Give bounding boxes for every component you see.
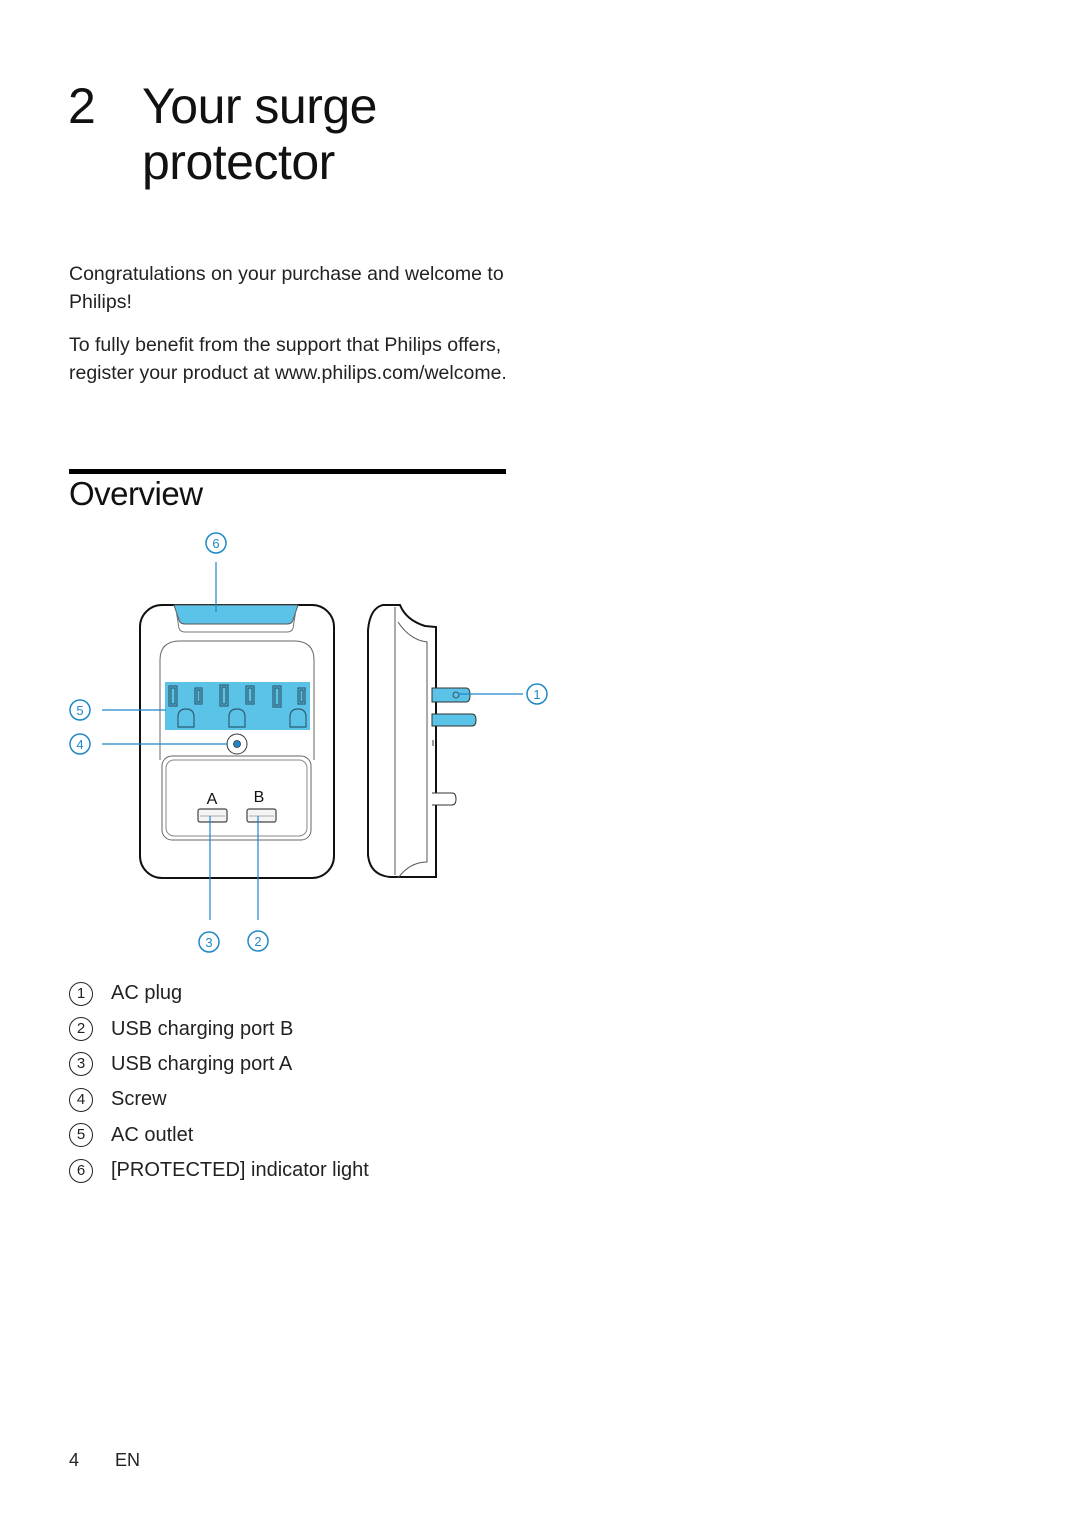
section-title: Overview [69, 475, 203, 512]
legend-label: AC outlet [111, 1123, 194, 1146]
chapter-title: Your surge protector [142, 78, 378, 190]
legend-number: 2 [69, 1017, 93, 1042]
legend-label: USB charging port A [111, 1052, 293, 1075]
chapter-number: 2 [68, 78, 96, 134]
language-code: EN [115, 1450, 141, 1470]
page-number: 4 [69, 1450, 80, 1470]
svg-text:4: 4 [76, 737, 83, 752]
svg-text:6: 6 [212, 536, 219, 551]
port-label-b: B [254, 789, 265, 806]
svg-text:5: 5 [76, 703, 83, 718]
ac-plug-prong [431, 713, 477, 727]
legend-item: 6 [PROTECTED] indicator light [69, 1153, 369, 1188]
legend-number: 1 [69, 981, 93, 1006]
callout-2: 2 [247, 930, 269, 952]
legend-item: 1 AC plug [69, 976, 369, 1011]
front-view: A B [139, 604, 335, 879]
legend-label: Screw [111, 1088, 167, 1111]
callout-3: 3 [198, 931, 220, 953]
callout-6: 6 [205, 532, 227, 554]
legend-number: 4 [69, 1087, 93, 1112]
port-label-a: A [207, 791, 218, 808]
legend-label: [PROTECTED] indicator light [111, 1159, 369, 1182]
protected-indicator-light [173, 604, 299, 625]
callout-1: 1 [526, 683, 548, 705]
intro-paragraph-register: To fully benefit from the support that P… [69, 334, 507, 384]
side-view [367, 604, 477, 879]
legend-label: USB charging port B [111, 1017, 294, 1040]
legend-number: 5 [69, 1123, 93, 1148]
legend-item: 5 AC outlet [69, 1118, 369, 1153]
ground-pin [432, 792, 457, 806]
ac-plug-prong-ground [431, 687, 471, 703]
callout-4: 4 [69, 733, 91, 755]
legend-label: AC plug [111, 982, 183, 1005]
legend-item: 3 USB charging port A [69, 1047, 369, 1082]
legend-item: 4 Screw [69, 1082, 369, 1117]
product-overview-diagram: A B 6 5 4 3 2 1 [69, 532, 548, 953]
parts-legend: 1 AC plug 2 USB charging port B 3 USB ch… [69, 976, 369, 1188]
intro-paragraph-welcome: Congratulations on your purchase and wel… [69, 263, 504, 313]
legend-number: 6 [69, 1158, 93, 1183]
legend-number: 3 [69, 1052, 93, 1077]
svg-text:2: 2 [254, 934, 261, 949]
svg-text:1: 1 [533, 687, 540, 702]
side-housing [367, 604, 437, 878]
legend-item: 2 USB charging port B [69, 1011, 369, 1046]
ac-outlet-band [165, 682, 310, 730]
callout-5: 5 [69, 699, 91, 721]
svg-text:3: 3 [205, 935, 212, 950]
